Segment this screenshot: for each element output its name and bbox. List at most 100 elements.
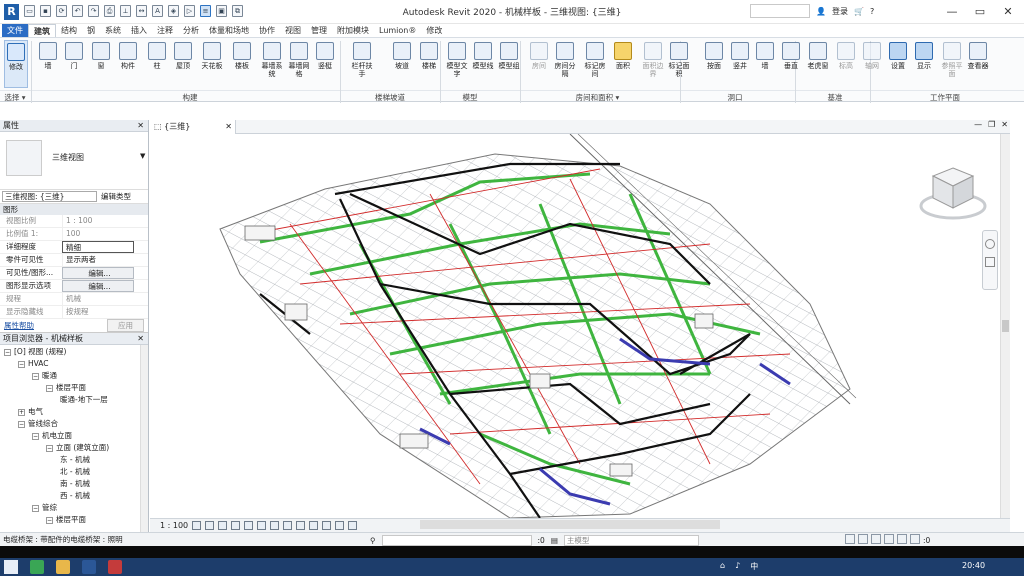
browser-node[interactable]: − [O] 视图 (规程) xyxy=(4,347,66,357)
worksharing-icon[interactable] xyxy=(322,521,331,530)
design-option-field[interactable]: 主模型 xyxy=(563,535,699,546)
close-icon[interactable]: ✕ xyxy=(994,2,1022,22)
analytical-model-icon[interactable] xyxy=(335,521,344,530)
browser-icon[interactable] xyxy=(30,560,44,574)
tree-toggle-icon[interactable]: − xyxy=(18,361,25,368)
3d-view-canvas[interactable] xyxy=(150,133,1000,519)
close-icon[interactable]: ✕ xyxy=(137,120,144,132)
ribbon-panel-label[interactable]: 楼梯坡道 xyxy=(340,92,440,103)
tab-annotate[interactable]: 注释 xyxy=(152,24,178,37)
filter-icon[interactable] xyxy=(910,534,920,544)
ribbon-button-7[interactable]: 天花板 xyxy=(200,40,224,88)
select-underlay-icon[interactable] xyxy=(858,534,868,544)
ribbon-panel-label[interactable]: 房间和面积 ▾ xyxy=(520,92,675,103)
ribbon-button-6[interactable]: 屋顶 xyxy=(171,40,195,88)
show-crop-icon[interactable] xyxy=(270,521,279,530)
ribbon-button-33[interactable]: 参照平面 xyxy=(940,40,964,88)
ribbon-button-11[interactable]: 竖梃 xyxy=(313,40,337,88)
tab-structure[interactable]: 结构 xyxy=(56,24,82,37)
ribbon-button-31[interactable]: 设置 xyxy=(886,40,910,88)
navigation-bar[interactable] xyxy=(982,230,998,290)
browser-node[interactable]: + 电气 xyxy=(18,407,43,417)
tab-insert[interactable]: 插入 xyxy=(126,24,152,37)
horizontal-scrollbar[interactable] xyxy=(420,520,720,529)
lock-view-icon[interactable] xyxy=(283,521,292,530)
temp-hide-icon[interactable] xyxy=(296,521,305,530)
close-icon[interactable]: ✕ xyxy=(1001,120,1008,129)
restore-icon[interactable]: ❐ xyxy=(988,120,995,129)
chevron-down-icon[interactable]: ▼ xyxy=(140,152,145,160)
ribbon-button-2[interactable]: 门 xyxy=(62,40,86,88)
view-tab-3d[interactable]: ⬚ {三维} ✕ xyxy=(150,120,236,134)
tree-toggle-icon[interactable]: − xyxy=(4,349,11,356)
word-icon[interactable] xyxy=(82,560,96,574)
browser-node[interactable]: 西 - 机械 xyxy=(60,491,90,501)
vertical-scrollbar[interactable] xyxy=(1000,134,1010,518)
tab-collaborate[interactable]: 协作 xyxy=(254,24,280,37)
shadows-icon[interactable] xyxy=(231,521,240,530)
ribbon-button-30[interactable]: 轴网 xyxy=(860,40,884,88)
ribbon-button-1[interactable]: 墙 xyxy=(36,40,60,88)
tree-toggle-icon[interactable]: − xyxy=(32,505,39,512)
ribbon-button-20[interactable]: 标记房间 xyxy=(583,40,607,88)
ribbon-button-34[interactable]: 查看器 xyxy=(966,40,990,88)
tab-systems[interactable]: 系统 xyxy=(100,24,126,37)
login-label[interactable]: 登录 xyxy=(832,6,848,17)
browser-scrollbar[interactable] xyxy=(140,345,148,533)
clock[interactable]: 20:40 xyxy=(962,561,985,570)
minimize-icon[interactable]: — xyxy=(974,120,982,129)
volume-icon[interactable]: ♪ xyxy=(735,561,740,572)
ribbon-button-26[interactable]: 墙 xyxy=(753,40,777,88)
ribbon-button-23[interactable]: 标记面积 xyxy=(667,40,691,88)
minimize-icon[interactable]: — xyxy=(938,2,966,22)
tab-modify[interactable]: 修改 xyxy=(421,24,447,37)
browser-node[interactable]: − HVAC xyxy=(18,359,49,369)
tab-file[interactable]: 文件 xyxy=(2,24,28,37)
ribbon-button-0[interactable]: 修改 xyxy=(4,40,28,88)
select-pinned-icon[interactable] xyxy=(871,534,881,544)
edit-type-button[interactable]: 编辑类型 xyxy=(101,191,131,202)
ribbon-button-29[interactable]: 标高 xyxy=(834,40,858,88)
render-icon[interactable] xyxy=(244,521,253,530)
tab-analyze[interactable]: 分析 xyxy=(178,24,204,37)
highlight-icon[interactable] xyxy=(348,521,357,530)
ribbon-panel-label[interactable]: 基准 xyxy=(800,92,870,103)
browser-node[interactable]: 南 - 机械 xyxy=(60,479,90,489)
close-icon[interactable]: ✕ xyxy=(225,120,232,133)
apply-button[interactable]: 应用 xyxy=(107,319,144,332)
view-selector-dropdown[interactable]: 三维视图: {三维} xyxy=(2,191,97,202)
tab-view[interactable]: 视图 xyxy=(280,24,306,37)
network-icon[interactable]: ⌂ xyxy=(720,561,725,572)
browser-node[interactable]: 东 - 机械 xyxy=(60,455,90,465)
ribbon-button-13[interactable]: 坡道 xyxy=(390,40,414,88)
visual-style-icon[interactable] xyxy=(205,521,214,530)
ribbon-button-27[interactable]: 垂直 xyxy=(779,40,803,88)
ribbon-button-22[interactable]: 面积边界 xyxy=(641,40,665,88)
drag-elements-icon[interactable] xyxy=(897,534,907,544)
browser-node[interactable]: − 立面 (建筑立面) xyxy=(46,443,109,453)
select-by-face-icon[interactable] xyxy=(884,534,894,544)
browser-node[interactable]: 北 - 机械 xyxy=(60,467,90,477)
property-value[interactable]: 精细 xyxy=(62,241,134,253)
tree-toggle-icon[interactable]: + xyxy=(18,409,25,416)
ribbon-button-32[interactable]: 显示 xyxy=(912,40,936,88)
ribbon-button-3[interactable]: 窗 xyxy=(89,40,113,88)
ribbon-button-14[interactable]: 楼梯 xyxy=(417,40,441,88)
ribbon-button-18[interactable]: 房间 xyxy=(527,40,551,88)
ribbon-button-25[interactable]: 竖井 xyxy=(728,40,752,88)
zoom-icon[interactable] xyxy=(985,257,995,267)
maximize-icon[interactable]: ▭ xyxy=(966,2,994,22)
browser-node[interactable]: 暖通-地下一层 xyxy=(60,395,108,405)
view-scale[interactable]: 1 : 100 xyxy=(150,521,190,530)
ribbon-button-9[interactable]: 幕墙系统 xyxy=(260,40,284,88)
user-icon[interactable]: 👤 xyxy=(816,7,826,16)
tree-toggle-icon[interactable]: − xyxy=(32,433,39,440)
tab-manage[interactable]: 管理 xyxy=(306,24,332,37)
ribbon-panel-label[interactable]: 选择 ▾ xyxy=(0,92,30,103)
autocad-icon[interactable] xyxy=(108,560,122,574)
browser-node[interactable]: − 楼层平面 xyxy=(46,515,86,525)
tree-toggle-icon[interactable]: − xyxy=(46,385,53,392)
ribbon-button-21[interactable]: 面积 xyxy=(611,40,635,88)
tab-massing[interactable]: 体量和场地 xyxy=(204,24,254,37)
ribbon-panel-label[interactable]: 模型 xyxy=(440,92,500,103)
